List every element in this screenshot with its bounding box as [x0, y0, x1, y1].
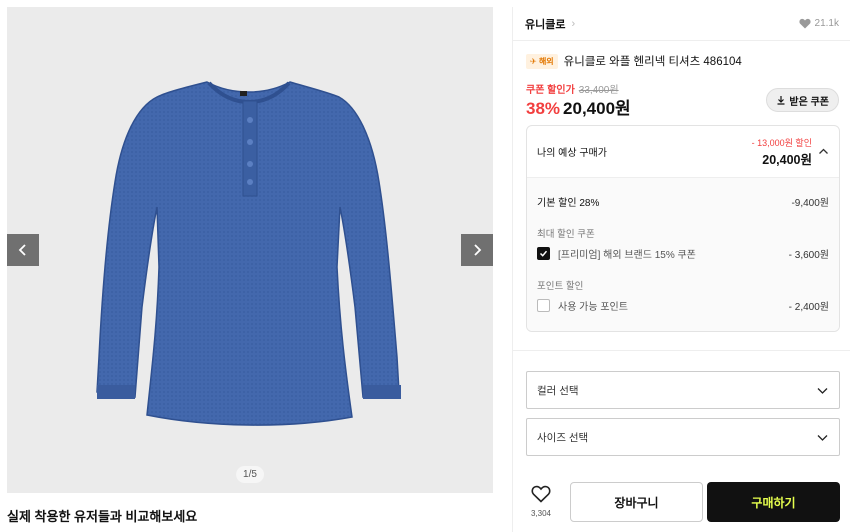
base-discount-row: 기본 할인 28% -9,400원	[537, 198, 829, 209]
divider	[513, 350, 850, 351]
product-image	[96, 81, 401, 426]
wishlist-button[interactable]: 3,304	[526, 485, 556, 518]
chevron-left-icon	[18, 244, 26, 256]
wishlist-count: 3,304	[530, 509, 552, 518]
product-image-gallery[interactable]: 1/5	[7, 7, 493, 493]
size-select[interactable]: 사이즈 선택	[526, 418, 840, 456]
product-name: 유니클로 와플 헨리넥 티셔츠 486104	[563, 56, 742, 68]
estimate-discount-total: - 13,000원 할인	[751, 137, 812, 148]
point-item-row[interactable]: 사용 가능 포인트 - 2,400원	[537, 298, 829, 313]
action-bar: 3,304 장바구니 구매하기	[513, 481, 850, 527]
add-to-cart-button[interactable]: 장바구니	[570, 482, 703, 522]
color-select[interactable]: 컬러 선택	[526, 371, 840, 409]
chevron-down-icon	[817, 434, 828, 441]
max-coupon-label: 최대 할인 쿠폰	[537, 229, 595, 240]
heart-outline-icon	[531, 485, 551, 503]
chevron-up-icon[interactable]	[818, 146, 829, 157]
check-icon	[539, 250, 548, 257]
received-coupon-button[interactable]: 받은 쿠폰	[766, 88, 839, 112]
point-checkbox[interactable]	[537, 299, 550, 312]
next-image-button[interactable]	[461, 234, 493, 266]
estimated-price-box: 나의 예상 구매가 - 13,000원 할인 20,400원 기본 할인 28%…	[526, 125, 840, 332]
estimate-title: 나의 예상 구매가	[537, 148, 607, 159]
brand-name[interactable]: 유니클로	[525, 16, 565, 32]
product-title-row: ✈ 해외 유니클로 와플 헨리넥 티셔츠 486104	[526, 53, 742, 69]
brand-like-button[interactable]: 21.1k	[798, 18, 839, 29]
chevron-right-icon: ›	[571, 17, 576, 30]
image-counter: 1/5	[236, 466, 264, 483]
estimate-price: 20,400원	[762, 152, 812, 167]
estimate-header[interactable]: 나의 예상 구매가 - 13,000원 할인 20,400원	[527, 126, 839, 178]
discount-rate: 38%	[526, 99, 561, 118]
price-row: 38% 20,400원	[526, 94, 631, 119]
point-section-label: 포인트 할인	[537, 281, 584, 292]
coupon-checkbox[interactable]	[537, 247, 550, 260]
buy-now-button[interactable]: 구매하기	[707, 482, 840, 522]
chevron-right-icon	[474, 244, 482, 256]
brand-row[interactable]: 유니클로 › 21.1k	[513, 7, 850, 41]
download-icon	[777, 96, 785, 105]
prev-image-button[interactable]	[7, 234, 39, 266]
product-info-panel: 유니클로 › 21.1k ✈ 해외 유니클로 와플 헨리넥 티셔츠 486104…	[512, 7, 850, 532]
heart-icon	[798, 18, 811, 29]
coupon-item-row[interactable]: [프리미엄] 해외 브랜드 15% 쿠폰 - 3,600원	[537, 246, 829, 261]
brand-like-count: 21.1k	[814, 18, 839, 29]
overseas-badge: ✈ 해외	[526, 53, 558, 69]
chevron-down-icon	[817, 387, 828, 394]
final-price: 20,400원	[563, 99, 631, 118]
estimate-breakdown: 기본 할인 28% -9,400원 최대 할인 쿠폰 [프리미엄] 해외 브랜드…	[527, 178, 839, 331]
compare-section-title: 실제 착용한 유저들과 비교해보세요	[7, 509, 198, 524]
